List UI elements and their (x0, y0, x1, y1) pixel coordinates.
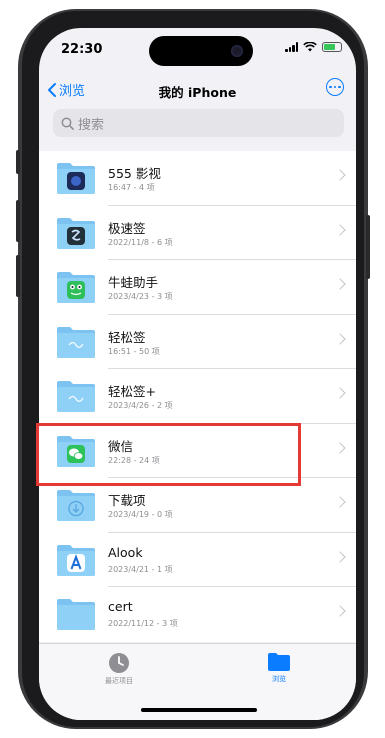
dynamic-island (149, 36, 253, 66)
chevron-right-icon (334, 387, 346, 399)
status-icons (285, 42, 342, 52)
tab-bar: 最近项目 浏览 (39, 643, 356, 720)
more-options-icon[interactable] (326, 78, 344, 96)
tab-browse[interactable]: 浏览 (239, 652, 319, 684)
home-indicator (141, 708, 257, 712)
folder-name: 极速签 (108, 220, 146, 236)
search-placeholder: 搜索 (78, 117, 105, 133)
search-input[interactable]: 搜索 (53, 109, 344, 137)
folder-name: 555 影视 (108, 166, 161, 181)
list-item[interactable]: 极速签 2022/11/8 - 6 项 (39, 205, 356, 260)
clock-icon (109, 653, 129, 673)
volume-down-button (16, 255, 20, 297)
folder-name: cert (108, 599, 133, 614)
chevron-right-icon (334, 169, 346, 181)
screen: 22:30 浏览 我的 iPhone 搜索 555 影视 16:47 - 4 项… (39, 28, 356, 720)
chevron-right-icon (334, 223, 346, 236)
action-button (16, 150, 20, 174)
search-icon (61, 117, 74, 130)
cellular-signal-icon (285, 42, 298, 52)
folder-name: 下载项 (108, 493, 146, 508)
list-item[interactable]: cert 2022/11/12 - 3 项 (39, 587, 356, 642)
folder-meta: 16:47 - 4 项 (108, 183, 155, 192)
chevron-right-icon (334, 605, 346, 617)
folder-meta: 2022/11/12 - 3 项 (108, 619, 178, 628)
folder-icon (57, 163, 95, 194)
folder-fill-icon (268, 653, 290, 671)
chevron-right-icon (334, 332, 346, 345)
folder-meta: 2023/4/19 - 0 项 (108, 510, 173, 519)
folder-meta: 16:51 - 50 项 (108, 346, 160, 356)
folder-icon (57, 544, 95, 576)
chevron-right-icon (334, 550, 346, 563)
folder-icon (57, 217, 95, 249)
folder-name: Alook (108, 544, 143, 560)
folder-meta: 2022/11/8 - 6 项 (108, 237, 173, 247)
highlight-box (36, 423, 301, 486)
tab-recents[interactable]: 最近项目 (79, 652, 159, 686)
folder-icon (57, 599, 95, 630)
folder-icon (57, 326, 95, 358)
page-title: 我的 iPhone (158, 85, 237, 100)
list-item[interactable]: Alook 2023/4/21 - 1 项 (39, 532, 356, 587)
folder-list: 555 影视 16:47 - 4 项 极速签 2022/11/8 - 6 项 牛… (39, 151, 356, 642)
folder-icon (57, 490, 95, 521)
folder-meta: 2023/4/21 - 1 项 (108, 564, 173, 574)
list-item[interactable]: 轻松签 16:51 - 50 项 (39, 314, 356, 369)
tab-browse-label: 浏览 (272, 675, 286, 683)
folder-icon (57, 272, 95, 303)
list-item[interactable]: 牛蛙助手 2023/4/23 - 3 项 (39, 260, 356, 315)
list-item[interactable]: 轻松签+ 2023/4/26 - 2 项 (39, 369, 356, 424)
folder-meta: 2023/4/23 - 3 项 (108, 292, 173, 301)
folder-name: 轻松签 (108, 329, 146, 345)
chevron-right-icon (334, 496, 346, 508)
wifi-icon (303, 42, 317, 52)
volume-up-button (16, 200, 20, 242)
battery-icon (322, 42, 342, 52)
folder-icon (57, 381, 95, 412)
chevron-right-icon (334, 441, 346, 454)
status-time: 22:30 (61, 42, 103, 57)
list-item[interactable]: 下载项 2023/4/19 - 0 项 (39, 478, 356, 533)
tab-recents-label: 最近项目 (105, 677, 133, 685)
power-button (366, 215, 370, 279)
chevron-right-icon (334, 278, 346, 290)
folder-name: 牛蛙助手 (108, 275, 159, 290)
folder-meta: 2023/4/26 - 2 项 (108, 401, 173, 410)
folder-name: 轻松签+ (108, 384, 156, 399)
navigation-bar: 浏览 我的 iPhone (39, 76, 356, 104)
list-item[interactable]: 555 影视 16:47 - 4 项 (39, 151, 356, 206)
